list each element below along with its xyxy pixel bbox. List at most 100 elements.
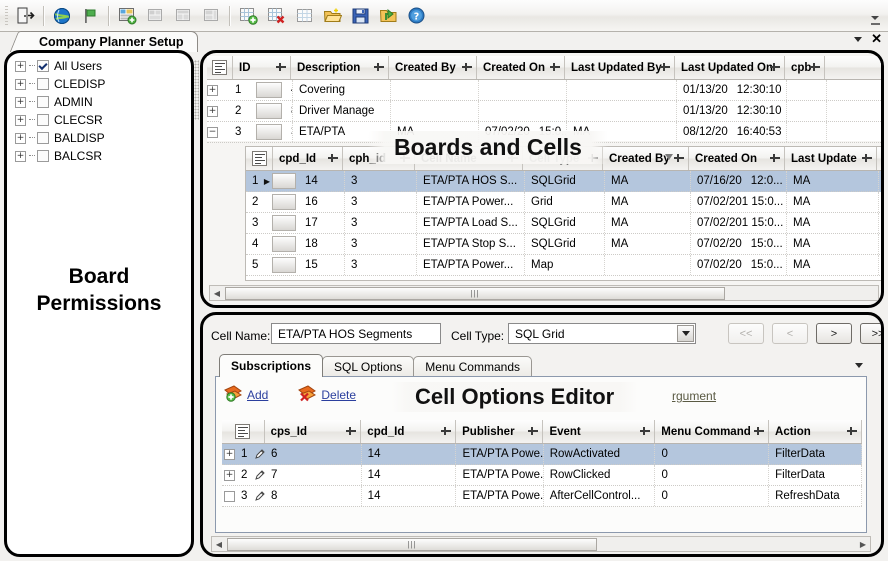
table-cell[interactable]: 14 [362,486,457,506]
tree-expander-icon[interactable]: + [15,151,26,162]
table-cell[interactable]: MA [787,234,879,254]
pin-column-icon[interactable] [847,427,857,436]
table-row[interactable]: 3814ETA/PTA Powe...AfterCellControl...0R… [222,486,862,507]
add-argument-link[interactable]: rgument [672,389,716,403]
tree-item-baldisp[interactable]: +BALDISP [13,129,189,147]
table-cell[interactable]: MA [605,171,691,191]
top-panel-hscrollbar[interactable]: ◀ ||| [209,285,879,301]
table-cell[interactable] [567,101,677,121]
pin-column-icon[interactable] [346,427,356,436]
row-select-button-wrap[interactable] [272,213,299,233]
boards-grid[interactable]: IDDescriptionCreated ByCreated OnLast Up… [207,56,883,141]
user-group-tree[interactable]: +All Users+CLEDISP+ADMIN+CLECSR+BALDISP+… [13,57,189,165]
previous-record-button[interactable]: < [772,323,808,344]
table-cell[interactable] [479,101,567,121]
table-cell[interactable]: ETA/PTA Powe... [456,444,543,464]
table-cell[interactable]: 17 [299,213,345,233]
table-cell[interactable]: Grid [525,192,605,212]
pin-column-icon[interactable] [374,63,384,72]
table-row[interactable]: 3173ETA/PTA Load S...SQLGridMA07/02/201 … [246,213,884,234]
column-chooser-icon[interactable] [252,151,267,166]
table-cell[interactable]: MA [787,192,879,212]
pin-column-icon[interactable] [660,63,670,72]
next-record-button[interactable]: > [816,323,852,344]
board-edit-icon[interactable] [170,3,196,29]
table-cell[interactable]: 01/13/20 12:30:10 [677,80,787,100]
tree-item-cledisp[interactable]: +CLEDISP [13,75,189,93]
table-cell[interactable]: 7 [265,465,362,485]
editor-action-bar[interactable]: AddDelete [224,384,356,405]
table-row[interactable]: 2163ETA/PTA Power...GridMA07/02/201 15:0… [246,192,884,213]
vertical-splitter[interactable] [194,60,199,120]
grid-icon[interactable] [291,3,317,29]
table-cell[interactable]: 0 [655,486,769,506]
row-expander-icon[interactable]: + [224,449,235,460]
table-cell[interactable]: ETA/PTA Power... [417,192,525,212]
pin-column-icon[interactable] [528,427,538,436]
tab-sql-options[interactable]: SQL Options [322,356,414,377]
table-cell[interactable]: 3 [345,171,417,191]
exit-icon[interactable] [12,3,38,29]
table-cell[interactable]: 07/02/201 15:0... [691,192,787,212]
table-cell[interactable]: MA [787,171,879,191]
scroll-left-arrow-icon[interactable]: ◀ [210,286,224,300]
bottom-panel-hscrollbar[interactable]: ◀ ||| ▶ [211,536,871,552]
column-header-created-on[interactable]: Created On [689,147,785,170]
tree-checkbox[interactable] [37,150,49,162]
table-cell[interactable]: SQLGrid [525,234,605,254]
table-cell[interactable]: MA [605,234,691,254]
editor-tabstrip[interactable]: SubscriptionsSQL OptionsMenu Commands [219,355,531,377]
pin-column-icon[interactable] [276,63,286,72]
table-cell[interactable]: 0 [655,465,769,485]
row-select-button-wrap[interactable] [272,255,299,275]
table-cell[interactable]: 14 [362,444,457,464]
toolbar-overflow-button[interactable] [868,4,882,26]
column-chooser-icon[interactable] [235,424,250,439]
row-header[interactable]: 1▶ [246,171,272,191]
row-header[interactable]: + [207,80,232,100]
table-row[interactable]: +1614ETA/PTA Powe...RowActivated0FilterD… [222,444,862,465]
flag-icon[interactable] [77,3,103,29]
table-row[interactable]: 5153ETA/PTA Power...Map07/02/20 15:0...M… [246,255,884,276]
table-cell[interactable]: 01/13/20 12:30:10 [677,101,787,121]
export-icon[interactable] [375,3,401,29]
row-select-button[interactable] [272,173,296,189]
table-cell[interactable]: 3 [345,213,417,233]
chevron-down-icon[interactable] [677,325,694,342]
column-header-action[interactable]: Action [769,420,862,443]
table-cell[interactable]: 18 [299,234,345,254]
scroll-thumb[interactable]: ||| [225,287,725,300]
row-expander-icon[interactable]: + [207,85,218,96]
pin-column-icon[interactable] [770,63,780,72]
grid-add-icon[interactable] [235,3,261,29]
folder-open-icon[interactable] [319,3,345,29]
tree-expander-icon[interactable]: + [15,97,26,108]
tab-menu-commands[interactable]: Menu Commands [413,356,532,377]
delete-subscription-link[interactable]: Delete [298,384,356,405]
row-select-button[interactable] [272,257,296,273]
tree-item-all-users[interactable]: +All Users [13,57,189,75]
table-cell[interactable]: 0 [655,444,769,464]
table-cell[interactable]: RowActivated [544,444,656,464]
table-cell[interactable] [567,80,677,100]
table-cell[interactable]: SQLGrid [525,171,605,191]
table-cell[interactable] [605,255,691,275]
board-remove-icon[interactable] [142,3,168,29]
cells-grid[interactable]: cpd_Idcph_idCell NameCell TypeCreated By… [245,146,884,281]
column-header-last-updated-on[interactable]: Last Updated On [675,56,785,79]
column-header-menu-command[interactable]: Menu Command [655,420,769,443]
row-select-button-wrap[interactable] [272,234,299,254]
table-cell[interactable]: Map [525,255,605,275]
table-row[interactable]: 4183ETA/PTA Stop S...SQLGridMA07/02/20 1… [246,234,884,255]
pin-column-icon[interactable] [441,427,451,436]
pin-column-icon[interactable] [328,154,338,163]
table-cell[interactable]: 15 [299,255,345,275]
row-header[interactable]: +1 [222,444,265,464]
subscriptions-grid-body[interactable]: +1614ETA/PTA Powe...RowActivated0FilterD… [222,444,862,507]
tree-expander-icon[interactable]: + [15,61,26,72]
table-cell[interactable]: 4 [285,80,293,100]
table-row[interactable]: +28Driver Manage01/13/20 12:30:10 [207,101,883,122]
table-cell[interactable]: 07/02/201 15:0... [691,213,787,233]
table-cell[interactable]: 08/12/20 16:40:53 [677,122,787,142]
table-cell[interactable]: 8 [285,101,293,121]
